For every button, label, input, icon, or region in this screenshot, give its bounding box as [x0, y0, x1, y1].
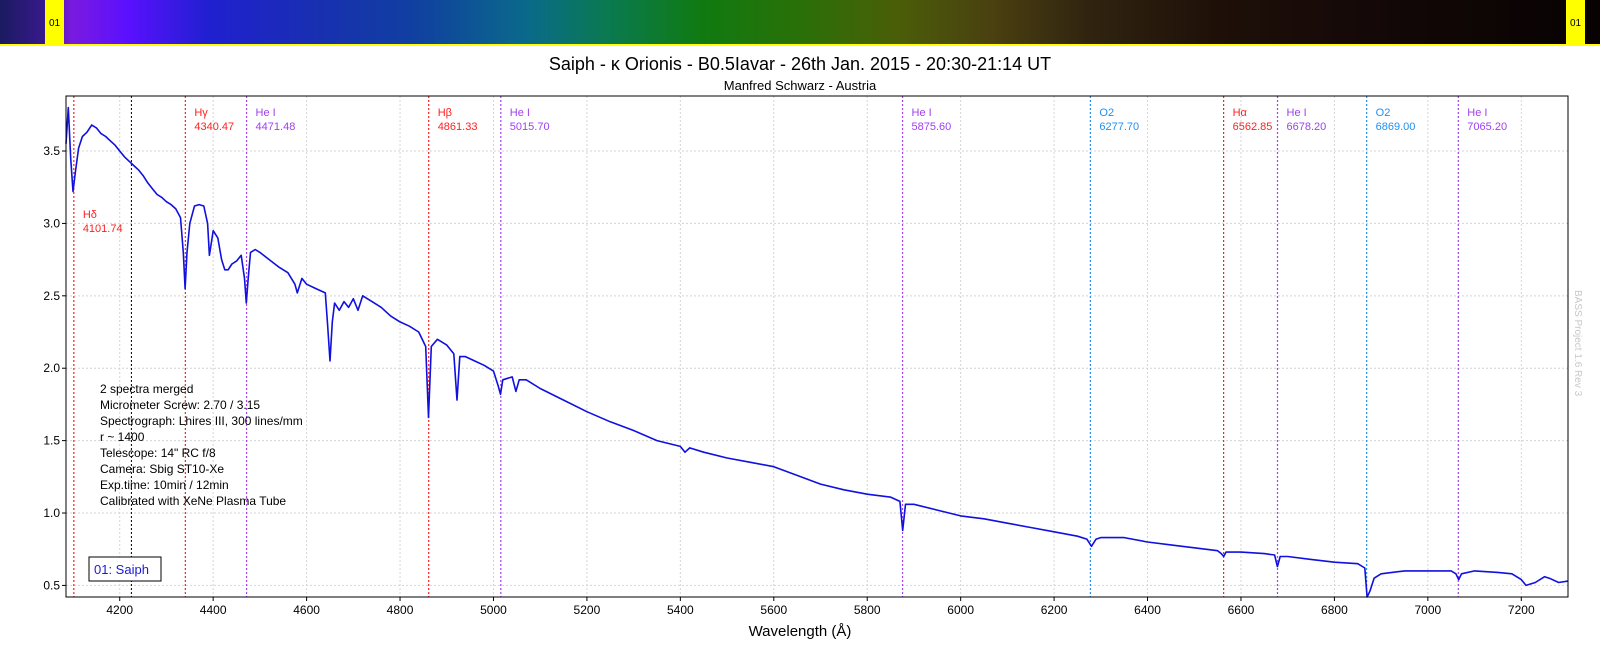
y-tick-label: 3.0: [43, 216, 60, 230]
spectrum-chart: Saiph - κ Orionis - B0.5Iavar - 26th Jan…: [43, 54, 1583, 640]
reference-lines-layer: Hδ 4101.74 Hγ 4340.47 He I 4471.48 Hβ 4861.33 He…: [73, 96, 1507, 597]
reference-line-wavelength: 4340.47: [194, 121, 234, 133]
note-line: Telescope: 14" RC f/8: [100, 446, 216, 460]
note-line: Exp.time: 10min / 12min: [100, 478, 229, 492]
reference-line-wavelength: 7065.20: [1467, 121, 1507, 133]
y-tick-label: 1.5: [43, 434, 60, 448]
reference-line-wavelength: 6277.70: [1099, 121, 1139, 133]
y-tick-label: 2.5: [43, 289, 60, 303]
x-tick-label: 4400: [200, 603, 227, 617]
x-axis-ticks: 4200 4400 4600 4800 5000 5200 5400 5600 5800 6000…: [106, 597, 1535, 617]
x-tick-label: 4600: [293, 603, 320, 617]
x-tick-label: 4200: [106, 603, 133, 617]
reference-line-name: He I: [1467, 107, 1487, 119]
reference-line-wavelength: 4101.74: [83, 223, 123, 235]
x-tick-label: 5800: [854, 603, 881, 617]
reference-line-wavelength: 6869.00: [1376, 121, 1416, 133]
reference-line-name: He I: [510, 107, 530, 119]
reference-line-name: Hγ: [194, 107, 208, 119]
note-line: Calibrated with XeNe Plasma Tube: [100, 494, 286, 508]
reference-line-wavelength: 4471.48: [256, 121, 296, 133]
y-tick-label: 0.5: [43, 578, 60, 592]
note-line: r ~ 1400: [100, 430, 145, 444]
grid-layer: [66, 96, 1568, 597]
x-tick-label: 7200: [1508, 603, 1535, 617]
plot-frame: [65, 95, 1569, 598]
software-watermark: BASS Project 1.6 Rev 3: [1572, 290, 1583, 397]
reference-line-wavelength: 5875.60: [912, 121, 952, 133]
instrument-notes: 2 spectra merged Micrometer Screw: 2.70 /…: [100, 382, 303, 508]
x-tick-label: 4800: [387, 603, 414, 617]
y-tick-label: 1.0: [43, 506, 60, 520]
x-tick-label: 6200: [1041, 603, 1068, 617]
x-tick-label: 5600: [760, 603, 787, 617]
reference-line-name: He I: [912, 107, 932, 119]
x-axis-label: Wavelength (Å): [749, 623, 852, 640]
x-tick-label: 5000: [480, 603, 507, 617]
y-tick-label: 2.0: [43, 361, 60, 375]
reference-line-wavelength: 5015.70: [510, 121, 550, 133]
series-layer: [65, 106, 1569, 598]
chart-subtitle: Manfred Schwarz - Austria: [724, 78, 877, 93]
reference-line-wavelength: 4861.33: [438, 121, 478, 133]
spectrum-series-line: [65, 106, 1569, 598]
note-line: Spectrograph: Lhires III, 300 lines/mm: [100, 414, 303, 428]
reference-line-name: He I: [1287, 107, 1307, 119]
x-tick-label: 5400: [667, 603, 694, 617]
reference-line-name: O2: [1376, 107, 1391, 119]
x-tick-label: 7000: [1414, 603, 1441, 617]
reference-line-wavelength: 6678.20: [1287, 121, 1327, 133]
chart-title: Saiph - κ Orionis - B0.5Iavar - 26th Jan…: [549, 54, 1051, 74]
legend-label: 01: Saiph: [94, 562, 149, 577]
note-line: 2 spectra merged: [100, 382, 193, 396]
reference-line-name: Hα: [1233, 107, 1248, 119]
note-line: Micrometer Screw: 2.70 / 3.15: [100, 398, 260, 412]
y-tick-label: 3.5: [43, 144, 60, 158]
reference-line-name: Hβ: [438, 107, 452, 119]
note-line: Camera: Sbig ST10-Xe: [100, 462, 224, 476]
reference-line-name: Hδ: [83, 209, 97, 221]
x-tick-label: 5200: [574, 603, 601, 617]
y-axis-ticks: 0.5 1.0 1.5 2.0 2.5 3.0 3.5: [43, 144, 66, 592]
reference-line-name: O2: [1099, 107, 1114, 119]
x-tick-label: 6000: [947, 603, 974, 617]
x-tick-label: 6400: [1134, 603, 1161, 617]
x-tick-label: 6600: [1228, 603, 1255, 617]
reference-line-wavelength: 6562.85: [1233, 121, 1273, 133]
reference-line-name: He I: [256, 107, 276, 119]
x-tick-label: 6800: [1321, 603, 1348, 617]
